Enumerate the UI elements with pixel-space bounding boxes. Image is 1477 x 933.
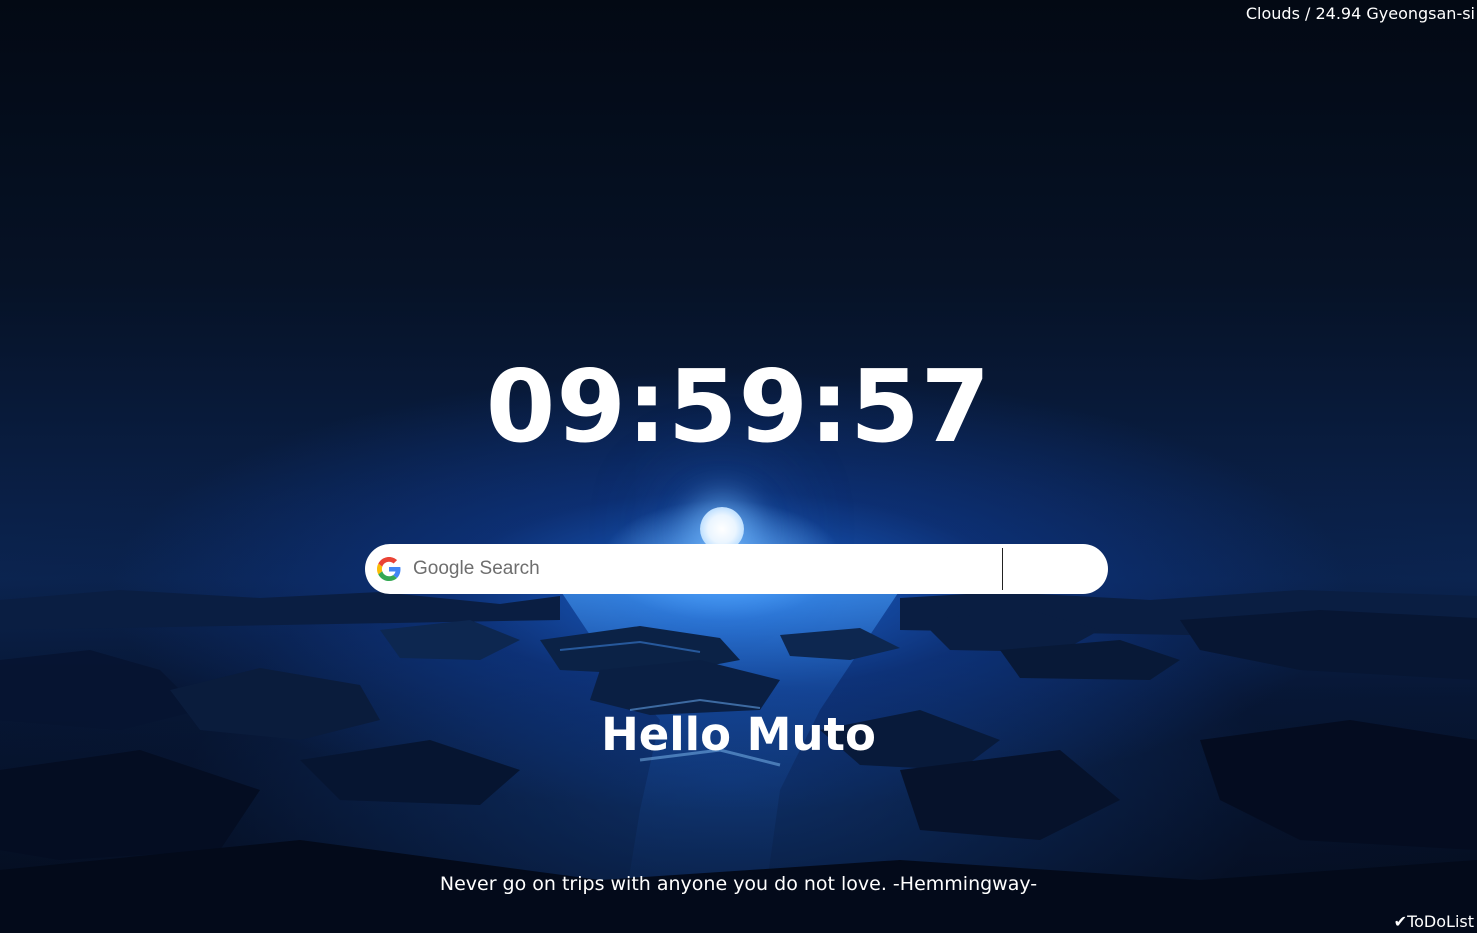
search-divider xyxy=(1002,548,1003,590)
search-submit-button[interactable] xyxy=(1005,544,1108,594)
quote-text: Never go on trips with anyone you do not… xyxy=(439,873,1038,895)
google-g-icon xyxy=(377,557,401,581)
google-search-bar xyxy=(365,544,1108,594)
clock-time: 09:59:57 xyxy=(485,348,992,465)
new-tab-page: Clouds / 24.94 Gyeongsan-si 09:59:57 Hel… xyxy=(0,0,1477,933)
search-input[interactable] xyxy=(413,552,998,586)
weather-status: Clouds / 24.94 Gyeongsan-si xyxy=(1245,4,1475,23)
greeting-text: Hello Muto xyxy=(601,708,876,761)
todo-list-link[interactable]: ✔ToDoList xyxy=(1394,912,1474,932)
